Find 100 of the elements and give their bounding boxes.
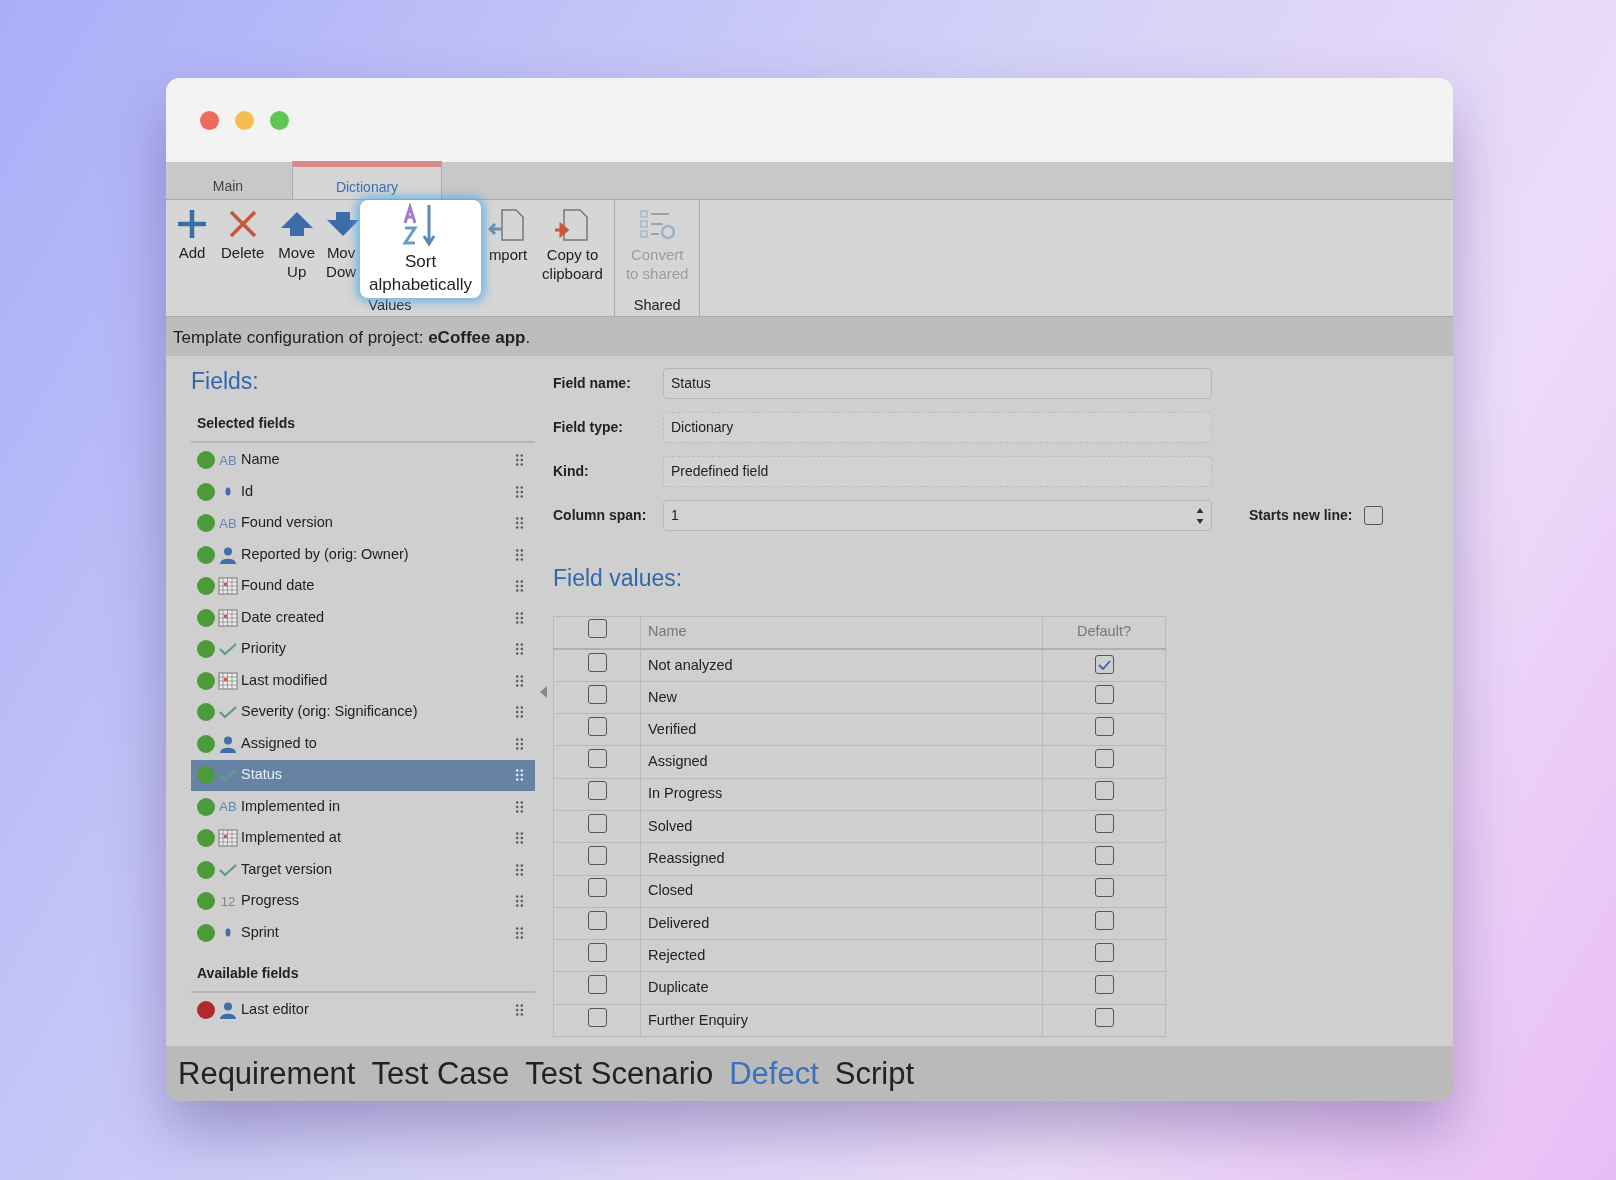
field-list-item[interactable]: AB Name — [191, 444, 535, 476]
checkbox[interactable] — [587, 652, 607, 672]
delete-button[interactable]: Delete — [214, 200, 272, 262]
field-label: Column span: — [553, 506, 648, 525]
field-list-item[interactable]: Date created — [191, 602, 535, 634]
sort-button[interactable]: Sort alphabetically — [360, 200, 482, 298]
x-icon — [227, 208, 258, 240]
checkbox[interactable] — [587, 749, 607, 769]
dot-icon — [225, 487, 231, 497]
list-header: Available fields — [191, 952, 535, 993]
dot-icon — [225, 928, 231, 938]
type-label: AB — [218, 798, 238, 816]
column-header: Default? — [1042, 616, 1166, 649]
checkbox[interactable] — [587, 619, 607, 639]
table-cell: Not analyzed — [640, 649, 1043, 682]
field-list-item[interactable]: Target version — [191, 854, 535, 886]
field-list-item[interactable]: Implemented at — [191, 822, 535, 854]
module-tab[interactable]: Test Scenario — [517, 1046, 722, 1101]
checkbox[interactable] — [1094, 975, 1114, 995]
copy-button[interactable]: Copy to clipboard — [535, 200, 610, 283]
drag-handle-icon[interactable] — [516, 454, 523, 467]
list-refresh-icon — [639, 208, 676, 242]
checkbox[interactable] — [587, 942, 607, 962]
drag-handle-icon[interactable] — [516, 926, 523, 939]
field-list-item[interactable]: Severity (orig: Significance) — [191, 696, 535, 728]
checkbox[interactable] — [587, 910, 607, 930]
field-list-item[interactable]: Assigned to — [191, 728, 535, 760]
checkbox[interactable] — [1094, 846, 1114, 866]
drag-handle-icon[interactable] — [516, 643, 523, 656]
number-field[interactable]: 1 — [663, 500, 1212, 531]
checkbox[interactable] — [1094, 942, 1114, 962]
checkmark-icon — [219, 705, 237, 720]
field-list-item[interactable]: 12 Progress — [191, 885, 535, 917]
drag-handle-icon[interactable] — [516, 832, 523, 845]
checkbox[interactable] — [587, 1007, 607, 1027]
text-field[interactable]: Status — [663, 368, 1212, 399]
move-up-button[interactable]: Move Up — [271, 200, 323, 281]
field-list-item[interactable]: Last editor — [191, 994, 535, 1026]
column-header: Name — [640, 616, 1043, 649]
table-cell: Rejected — [640, 939, 1043, 972]
drag-handle-icon[interactable] — [516, 895, 523, 908]
type-label: 12 — [219, 892, 237, 911]
ribbon-tab[interactable]: Dictionary — [292, 161, 442, 199]
checkbox[interactable] — [587, 846, 607, 866]
calendar-icon — [218, 829, 238, 848]
checkbox[interactable] — [1094, 1007, 1114, 1027]
drag-handle-icon[interactable] — [516, 674, 523, 687]
type-label: AB — [218, 451, 238, 470]
drag-handle-icon[interactable] — [516, 611, 523, 624]
checkbox[interactable] — [1094, 781, 1114, 801]
table-cell: Further Enquiry — [640, 1004, 1043, 1037]
module-tab[interactable]: Script — [826, 1046, 922, 1101]
checkbox[interactable] — [587, 716, 607, 736]
drag-handle-icon[interactable] — [516, 706, 523, 719]
module-tab[interactable]: Requirement — [170, 1046, 364, 1101]
checkbox[interactable] — [587, 878, 607, 898]
field-list-item[interactable]: AB Implemented in — [191, 791, 535, 823]
table-cell: Solved — [640, 810, 1043, 843]
move-down-button[interactable]: Mov Dow — [322, 200, 361, 281]
checkbox[interactable] — [1094, 684, 1114, 704]
module-tab[interactable]: Test Case — [363, 1046, 518, 1101]
drag-handle-icon[interactable] — [516, 548, 523, 561]
field-list-item[interactable]: AB Found version — [191, 507, 535, 539]
field-list-item[interactable]: Found date — [191, 570, 535, 602]
checkbox[interactable] — [1094, 655, 1114, 674]
checkbox[interactable] — [1094, 716, 1114, 736]
type-label: AB — [218, 514, 238, 533]
field-label: Field name: — [553, 374, 632, 393]
drag-handle-icon[interactable] — [516, 769, 523, 782]
drag-handle-icon[interactable] — [516, 863, 523, 876]
checkbox[interactable] — [1094, 749, 1114, 769]
field-list-item[interactable]: Last modified — [191, 665, 535, 697]
field-label: Kind: — [553, 462, 590, 481]
drag-handle-icon[interactable] — [516, 1004, 523, 1017]
drag-handle-icon[interactable] — [516, 800, 523, 813]
table-cell: Assigned — [640, 745, 1043, 779]
checkbox[interactable] — [1364, 506, 1384, 525]
checkbox[interactable] — [1094, 910, 1114, 930]
checkbox[interactable] — [1094, 878, 1114, 898]
group-label: Values — [367, 297, 413, 315]
close-button[interactable] — [200, 110, 219, 130]
field-list-item[interactable]: Reported by (orig: Owner) — [191, 539, 535, 571]
checkbox[interactable] — [587, 781, 607, 801]
drag-handle-icon[interactable] — [516, 580, 523, 593]
checkbox[interactable] — [587, 813, 607, 833]
checkbox[interactable] — [587, 975, 607, 995]
calendar-icon — [218, 608, 238, 627]
drag-handle-icon[interactable] — [516, 485, 523, 498]
drag-handle-icon[interactable] — [516, 737, 523, 750]
add-button[interactable]: Add — [170, 200, 214, 262]
import-button[interactable]: mport — [481, 200, 536, 264]
field-label: Starts new line: — [1249, 506, 1353, 525]
checkbox[interactable] — [1094, 813, 1114, 833]
field-list-item[interactable]: Sprint — [191, 917, 535, 949]
field-list-item[interactable]: Id — [191, 476, 535, 508]
field-list-item[interactable]: Priority — [191, 633, 535, 665]
checkbox[interactable] — [587, 684, 607, 704]
ribbon-tab[interactable]: Main — [168, 161, 288, 199]
table-cell: Reassigned — [640, 842, 1043, 876]
drag-handle-icon[interactable] — [516, 517, 523, 530]
